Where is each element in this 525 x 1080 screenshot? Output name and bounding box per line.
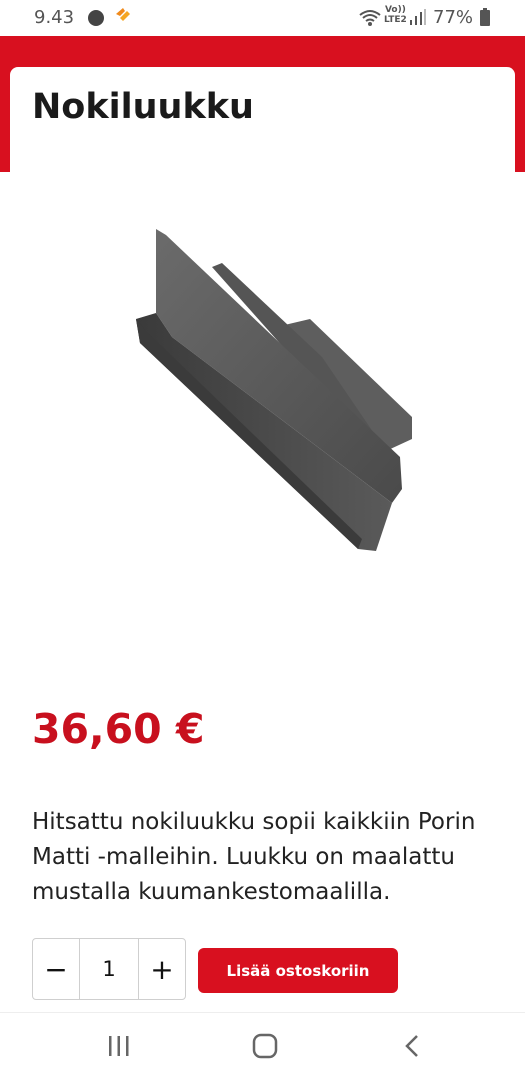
quantity-stepper: − 1 + — [32, 938, 186, 1000]
signal-icon — [410, 9, 426, 25]
heart-icon — [116, 8, 130, 21]
recent-apps-icon[interactable] — [106, 1033, 132, 1059]
back-icon[interactable] — [402, 1033, 422, 1059]
product-price: 36,60 € — [32, 705, 205, 753]
home-icon[interactable] — [252, 1033, 278, 1059]
lte-label: LTE2 — [384, 15, 407, 25]
status-bar: 9.43 Vo)) LTE2 77% — [0, 0, 525, 36]
quantity-input[interactable]: 1 — [79, 939, 139, 999]
add-to-cart-button[interactable]: Lisää ostoskoriin — [198, 948, 398, 993]
system-nav-bar — [0, 1012, 525, 1080]
decrease-quantity-button[interactable]: − — [33, 939, 79, 999]
media-icon — [88, 10, 104, 26]
product-description: Hitsattu nokiluukku sopii kaikkiin Porin… — [32, 809, 476, 905]
volte-label: Vo)) — [384, 5, 406, 15]
volte-indicator: Vo)) LTE2 — [384, 5, 407, 25]
status-time: 9.43 — [34, 7, 75, 28]
wifi-icon — [359, 10, 381, 26]
product-title: Nokiluukku — [32, 87, 254, 127]
increase-quantity-button[interactable]: + — [139, 939, 185, 999]
battery-icon — [480, 8, 490, 26]
battery-percent: 77% — [433, 7, 474, 28]
product-card: Nokiluukku 36,60 € Hitsattu nokiluukku s… — [10, 67, 515, 1017]
product-image — [136, 229, 412, 551]
